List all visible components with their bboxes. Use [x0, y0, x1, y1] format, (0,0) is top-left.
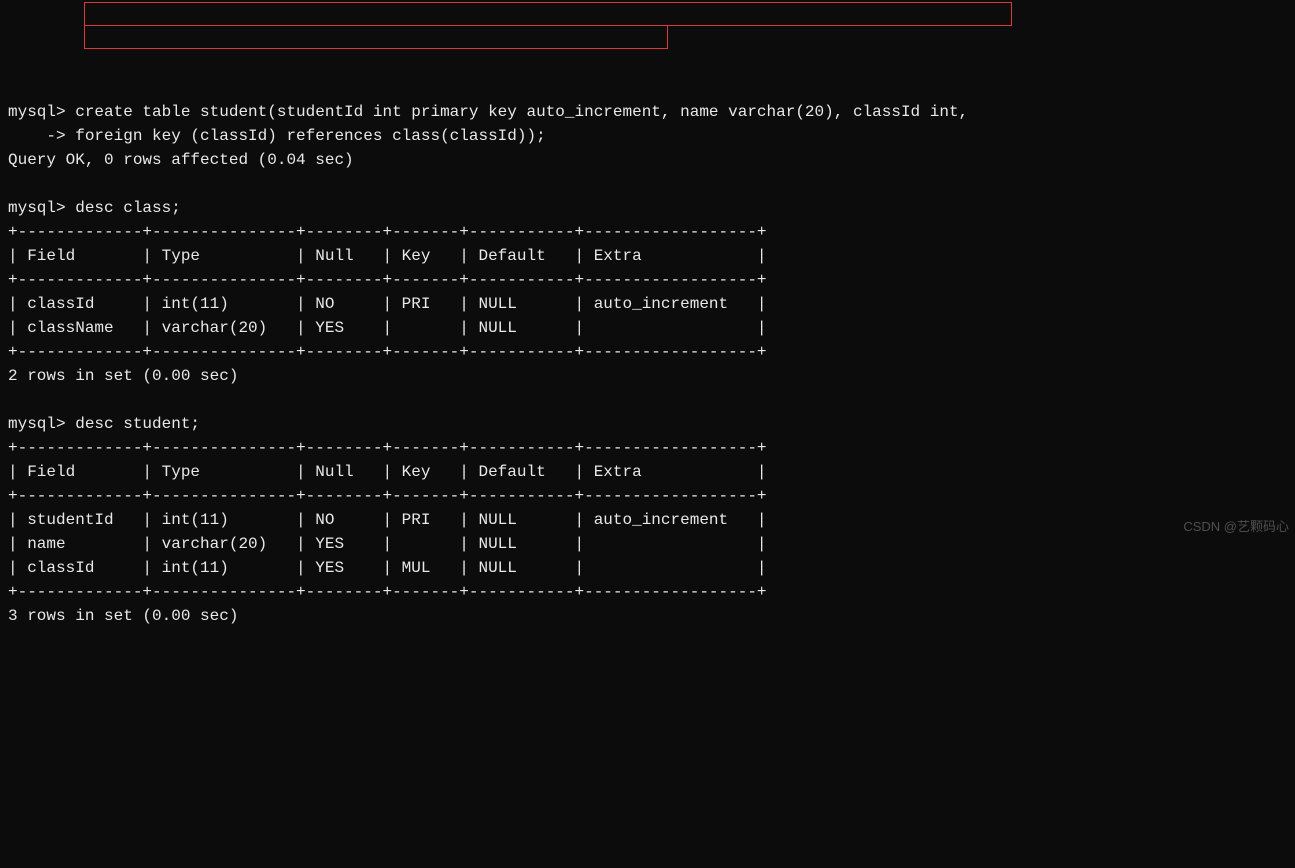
- terminal-output: mysql> create table student(studentId in…: [8, 100, 1287, 628]
- highlight-rectangle: [84, 25, 668, 49]
- highlight-rectangle: [84, 2, 1012, 26]
- watermark-text: CSDN @艺颗码心: [1183, 517, 1289, 537]
